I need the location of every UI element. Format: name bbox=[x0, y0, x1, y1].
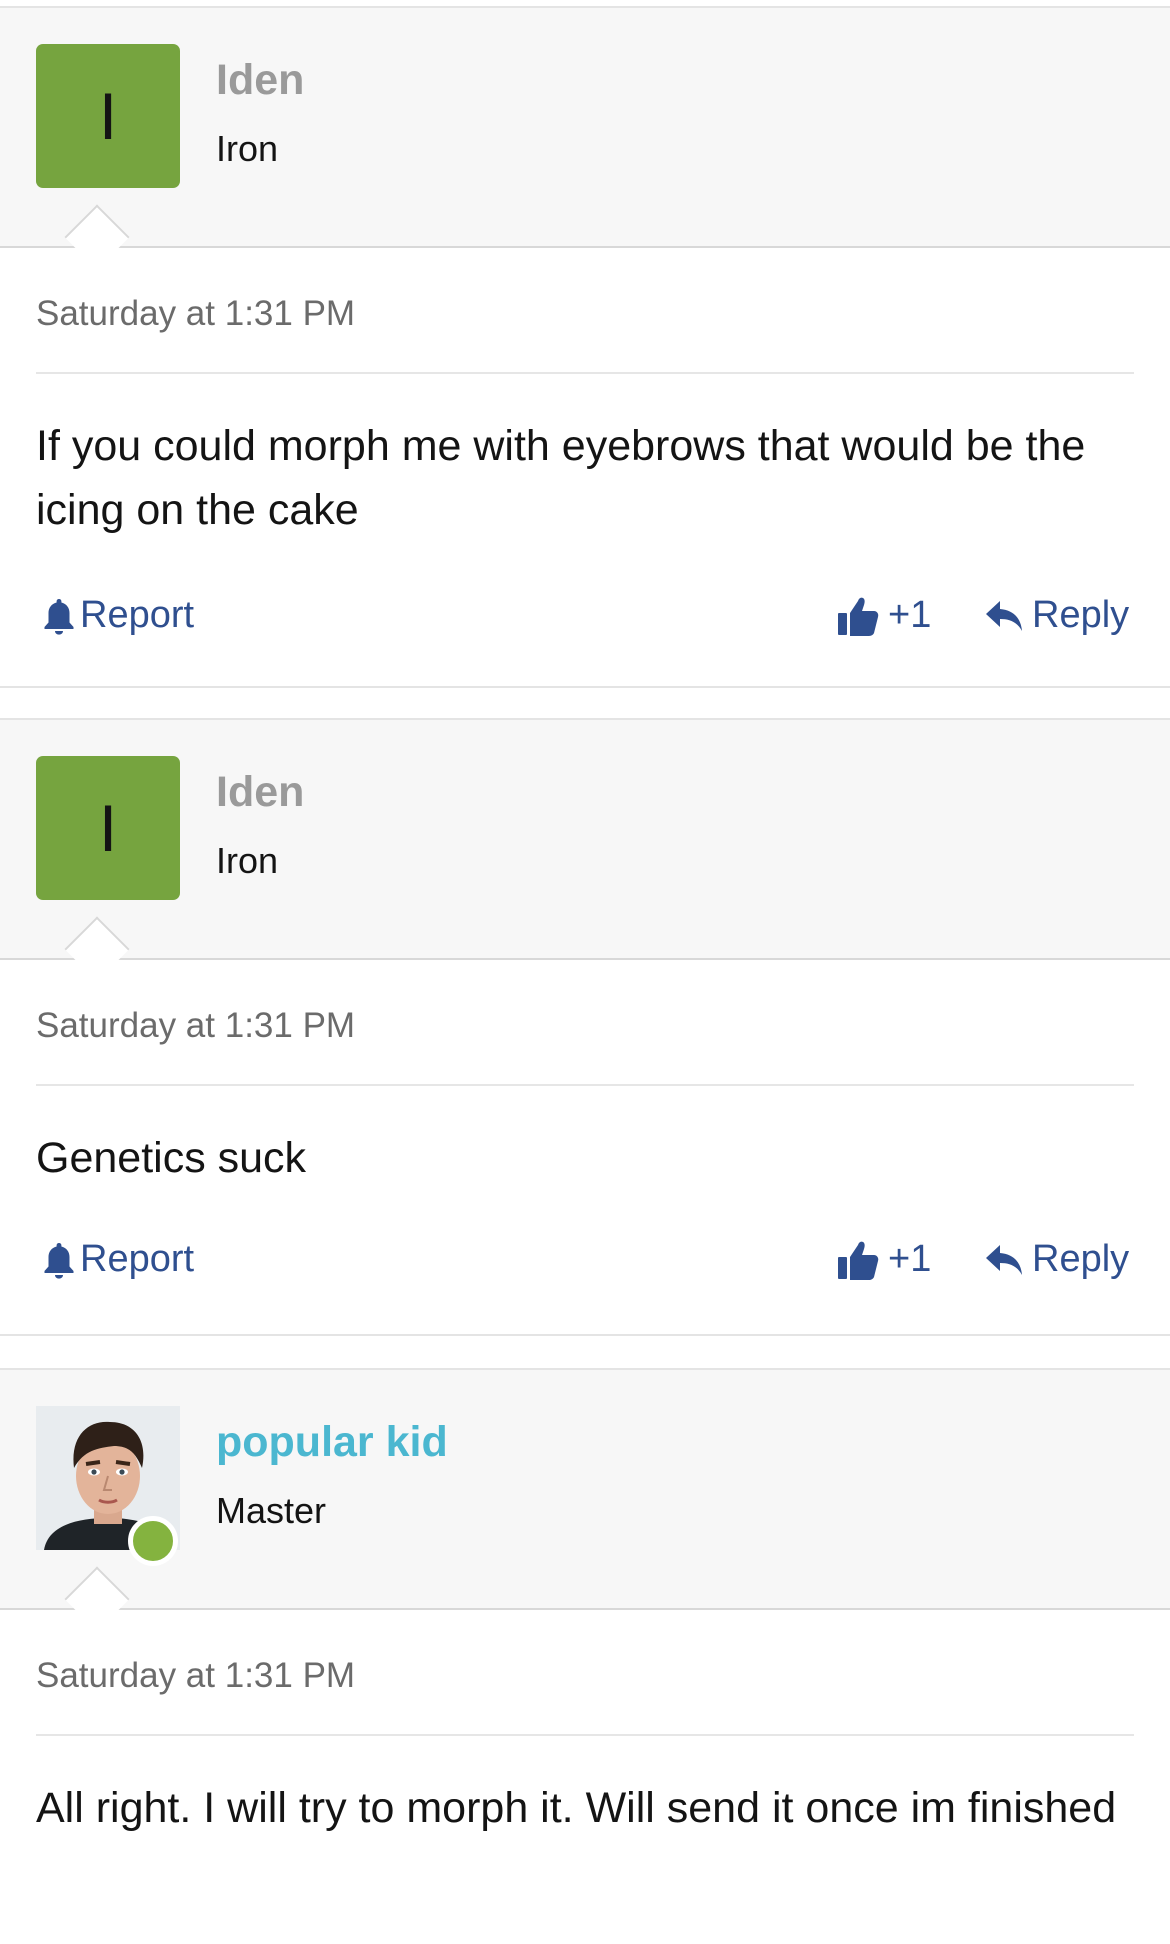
like-count: +1 bbox=[888, 594, 932, 636]
report-label: Report bbox=[80, 594, 195, 636]
online-status-indicator bbox=[128, 1516, 178, 1566]
post-header: I Iden Iron bbox=[0, 8, 1170, 248]
like-count: +1 bbox=[888, 1238, 932, 1280]
username[interactable]: Iden bbox=[216, 768, 304, 817]
user-rank: Iron bbox=[216, 840, 279, 881]
thumbs-up-icon bbox=[836, 1239, 880, 1281]
post-2: I Iden Iron Saturday at 1:31 PM Genetics… bbox=[0, 718, 1170, 1336]
reply-arrow-icon bbox=[984, 1243, 1024, 1277]
post-bottom-border bbox=[0, 686, 1170, 688]
reply-arrow-icon bbox=[984, 599, 1024, 633]
reply-label: Reply bbox=[1032, 1238, 1130, 1280]
avatar[interactable]: I bbox=[36, 756, 180, 900]
post-header: popular kid Master bbox=[0, 1370, 1170, 1610]
reply-label: Reply bbox=[1032, 594, 1130, 636]
divider bbox=[36, 1734, 1134, 1736]
post-timestamp[interactable]: Saturday at 1:31 PM bbox=[36, 1006, 355, 1046]
reply-button[interactable]: Reply bbox=[984, 594, 1129, 637]
post-message: All right. I will try to morph it. Will … bbox=[36, 1784, 1117, 1832]
bell-icon bbox=[42, 1241, 76, 1279]
post-header: I Iden Iron bbox=[0, 720, 1170, 960]
user-rank: Iron bbox=[216, 128, 279, 169]
reply-button[interactable]: Reply bbox=[984, 1238, 1129, 1281]
thumbs-up-icon bbox=[836, 595, 880, 637]
report-button[interactable]: Report bbox=[42, 1238, 194, 1281]
post-message: If you could morph me with eyebrows that… bbox=[36, 422, 1086, 534]
report-button[interactable]: Report bbox=[42, 594, 194, 637]
username[interactable]: Iden bbox=[216, 56, 304, 105]
avatar[interactable]: I bbox=[36, 44, 180, 188]
user-rank: Master bbox=[216, 1490, 327, 1531]
divider bbox=[36, 1084, 1134, 1086]
bell-icon bbox=[42, 597, 76, 635]
post-1: I Iden Iron Saturday at 1:31 PM If you c… bbox=[0, 6, 1170, 692]
post-timestamp[interactable]: Saturday at 1:31 PM bbox=[36, 294, 355, 334]
post-timestamp[interactable]: Saturday at 1:31 PM bbox=[36, 1656, 355, 1696]
like-button[interactable]: +1 bbox=[836, 1238, 931, 1281]
divider bbox=[36, 372, 1134, 374]
post-bottom-border bbox=[0, 1334, 1170, 1336]
username[interactable]: popular kid bbox=[216, 1418, 448, 1467]
post-3: popular kid Master Saturday at 1:31 PM A… bbox=[0, 1368, 1170, 1944]
post-message: Genetics suck bbox=[36, 1134, 307, 1182]
report-label: Report bbox=[80, 1238, 195, 1280]
like-button[interactable]: +1 bbox=[836, 594, 931, 637]
